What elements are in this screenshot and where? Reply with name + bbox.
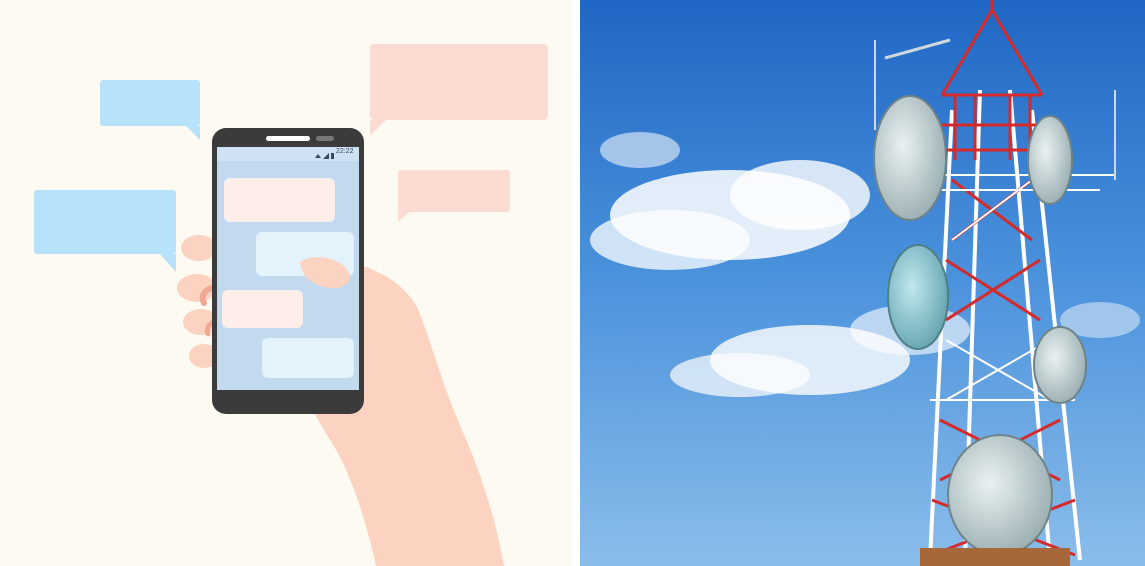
speech-bubble-blue-small xyxy=(100,80,200,126)
messaging-illustration-panel: 22:22 xyxy=(0,0,572,566)
battery-icon xyxy=(331,153,334,159)
microwave-dish xyxy=(887,244,949,350)
sky xyxy=(580,0,1145,566)
speech-bubble-blue-large xyxy=(34,190,176,254)
status-bar-time: 22:22 xyxy=(336,148,354,155)
speech-bubble-pink-small xyxy=(398,170,510,212)
microwave-dish xyxy=(947,434,1053,556)
chat-bubble-incoming xyxy=(222,290,303,328)
tower-base-roof xyxy=(920,548,1070,566)
messaging-illustration xyxy=(34,44,548,566)
chat-bubble-incoming xyxy=(224,178,335,222)
microwave-dish xyxy=(1033,326,1087,404)
telecom-tower-photo-panel xyxy=(580,0,1145,566)
microwave-dish xyxy=(873,95,947,221)
chat-bubble-outgoing xyxy=(262,338,354,378)
telecom-tower-photo xyxy=(580,0,1145,566)
speech-bubble-pink-large xyxy=(370,44,548,120)
microwave-dish xyxy=(1027,115,1073,205)
